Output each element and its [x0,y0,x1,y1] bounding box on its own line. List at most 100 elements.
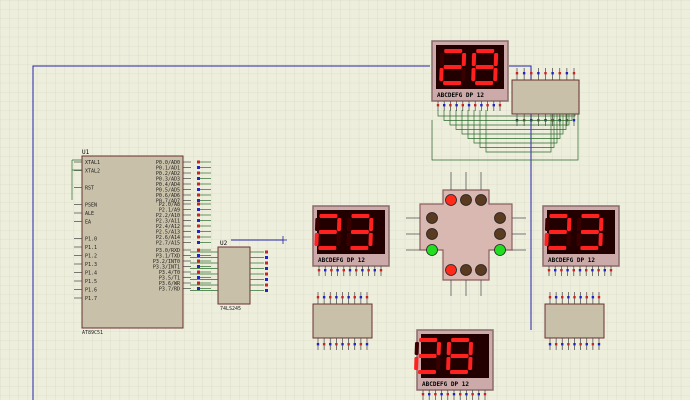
segment-a [476,49,495,53]
pin-state-marker [265,256,268,259]
pin-state-marker [265,289,268,292]
segment-c [566,233,571,246]
pin-state-marker [421,393,425,396]
segment-d [318,246,337,250]
segment-d [350,246,369,250]
traffic-light-top-3[interactable] [475,194,487,206]
pin-state-marker [585,343,588,346]
pin-state-marker [197,254,200,257]
pin-state-marker [197,241,200,244]
pin-state-marker [537,72,540,75]
pin-state-marker [197,177,200,180]
pin-state-marker [544,72,547,75]
pin-state-marker [197,208,200,211]
segment-e [439,68,444,81]
pin-state-marker [330,269,333,272]
traffic-light-bottom-1[interactable] [445,264,457,276]
pin-state-marker [567,296,570,299]
mcu-pin-label: P1.1 [85,245,97,251]
traffic-light-right-1[interactable] [494,212,506,224]
pin-state-marker [197,171,200,175]
traffic-light-left-3[interactable] [426,244,438,256]
pin-state-marker [579,296,582,299]
pin-state-marker [317,269,321,272]
pin-state-marker [572,119,576,122]
pin-state-marker [560,269,563,272]
pin-state-marker [572,269,575,272]
segment-f [471,53,477,66]
pin-state-marker [347,343,350,346]
pin-state-marker [597,269,600,272]
traffic-light-right-3[interactable] [494,244,506,256]
pin-state-marker [603,269,606,272]
display-caption: ABCDEFG DP 12 [318,257,365,264]
pin-state-marker [197,188,200,191]
pin-state-marker [197,265,200,268]
mcu-pin-label: P1.0 [85,237,97,243]
segment-b [468,342,474,355]
mcu-pin-label: P1.3 [85,262,97,268]
pin-state-marker [197,202,200,206]
mcu-pin-label: EA [85,220,91,226]
driver-chip [312,303,373,339]
traffic-light-bottom-2[interactable] [460,264,472,276]
pin-state-marker [565,72,569,75]
segment-g [580,230,599,234]
mcu-ref: U1 [82,149,90,156]
segment-c [368,233,373,246]
segment-a [581,214,600,218]
pin-state-marker [609,269,613,272]
traffic-light-top-1[interactable] [445,194,457,206]
segment-g [418,354,437,358]
pin-state-marker [197,230,200,233]
pin-state-marker [585,296,588,299]
pin-state-marker [324,269,327,272]
traffic-light-top-2[interactable] [460,194,472,206]
pin-state-marker [446,393,449,396]
pin-state-marker [548,296,552,299]
schematic-canvas[interactable]: U1 AT89C51 XTAL1 XTAL2 RST PSEN ALE EA P1.0 P1.1 P… [0,0,690,400]
segment-b [598,218,604,231]
mcu-part: AT89C51 [82,330,103,336]
traffic-light-bottom-3[interactable] [475,264,487,276]
pin-state-marker [522,72,526,75]
pin-state-marker [591,343,595,346]
segment-e [576,233,581,246]
pin-state-marker [579,343,582,346]
traffic-light-left-1[interactable] [426,212,438,224]
segment-b [566,218,572,231]
pin-state-marker [355,269,358,272]
pin-state-marker [265,278,268,281]
driver-chip [544,303,605,339]
pin-state-marker [548,343,552,346]
segment-a [444,49,463,53]
pin-state-marker [455,104,458,107]
pin-state-marker [365,296,369,299]
pin-state-marker [436,104,440,107]
pin-state-marker [197,213,200,217]
pin-state-marker [265,250,268,254]
display-south: ABCDEFG DP 12 [414,329,494,400]
segment-d [443,81,462,85]
traffic-light-right-2[interactable] [494,228,506,240]
pin-state-marker [591,269,594,272]
segment-d [417,370,437,374]
pin-state-marker [341,296,344,299]
pin-state-marker [265,261,268,265]
pin-state-marker [551,72,554,75]
display-caption: ABCDEFG DP 12 [437,92,484,99]
pin-state-marker [434,393,437,396]
segment-e [314,233,319,246]
pin-state-marker [197,199,200,202]
segment-f [576,218,582,231]
pin-state-marker [573,296,576,299]
segment-b [368,218,374,231]
buffer-part: 74LS245 [220,306,241,312]
mcu-pin-label: P1.4 [85,271,97,277]
pin-state-marker [483,393,487,396]
segment-c [436,357,441,370]
pin-state-marker [197,276,200,279]
driver-chip [511,79,580,115]
traffic-light-left-2[interactable] [426,228,438,240]
mcu-pin-label: RST [85,186,94,192]
